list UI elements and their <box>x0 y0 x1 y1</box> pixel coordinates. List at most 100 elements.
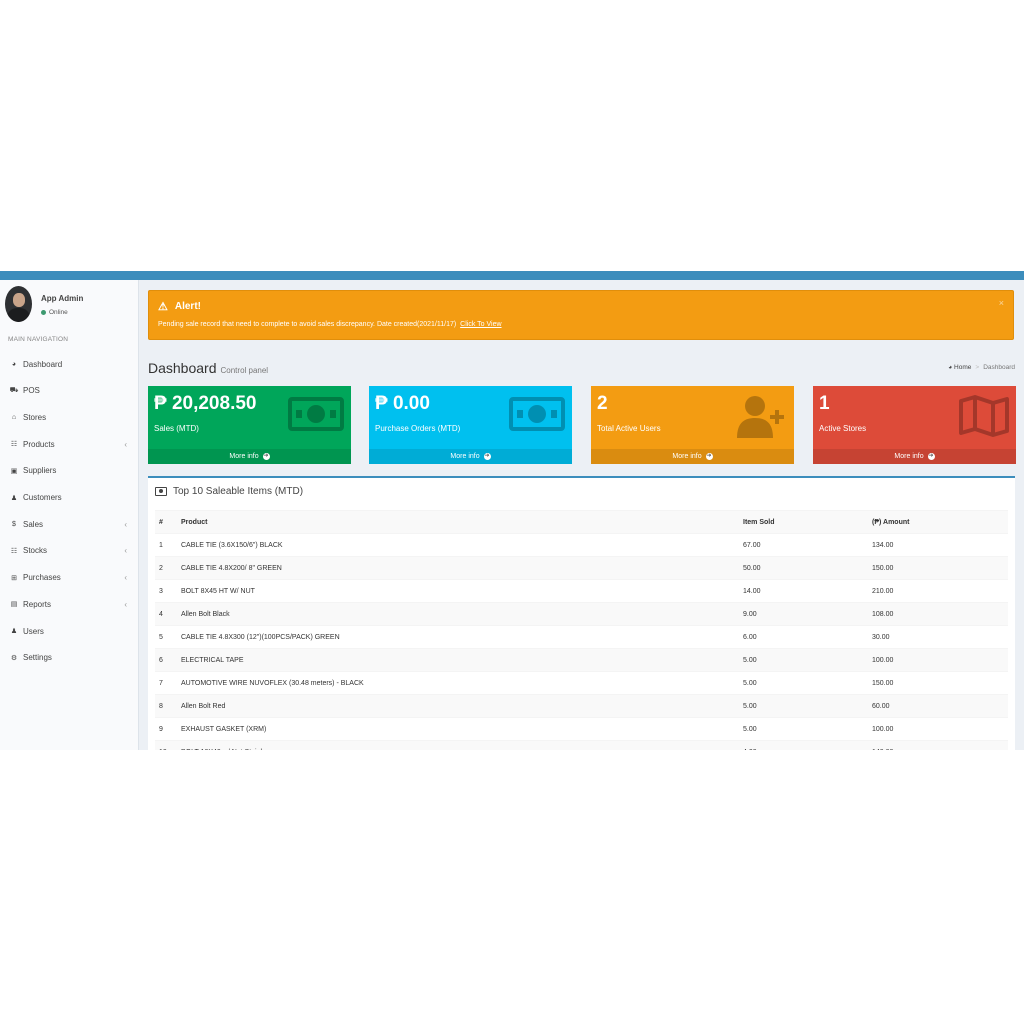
item-sold: 6.00 <box>743 625 872 649</box>
amount: 108.00 <box>872 602 1008 626</box>
sidebar-item-sales[interactable]: $ Sales ‹ <box>0 513 138 535</box>
stat-box-sales: ₱ 20,208.50 Sales (MTD) More info ➜ <box>148 386 351 464</box>
page-title: Dashboard Control panel <box>148 360 268 376</box>
alert-message-text: Pending sale record that need to complet… <box>158 321 457 328</box>
table-row: 5 CABLE TIE 4.8X300 (12")(100PCS/PACK) GR… <box>155 625 1008 649</box>
stat-value: 1 <box>819 393 830 414</box>
stat-box-purchase-orders: ₱ 0.00 Purchase Orders (MTD) More info ➜ <box>369 386 572 464</box>
product-name: CABLE TIE 4.8X200/ 8" GREEN <box>181 556 743 580</box>
chevron-left-icon: ‹ <box>124 573 127 583</box>
top-header-bar <box>0 271 1024 280</box>
alert-title-text: Alert! <box>174 301 201 312</box>
column-header[interactable]: # <box>155 510 181 534</box>
sidebar-item-label: Reports <box>23 599 52 609</box>
panel-title-text: Top 10 Saleable Items (MTD) <box>173 486 304 497</box>
sidebar-item-label: Purchases <box>23 573 61 583</box>
avatar-shirt <box>7 308 30 322</box>
row-number: 6 <box>155 648 181 672</box>
amount: 60.00 <box>872 694 1008 718</box>
avatar[interactable] <box>5 286 32 322</box>
sidebar-item-purchases[interactable]: ⊞ Purchases ‹ <box>0 567 138 589</box>
sidebar-item-reports[interactable]: ▤ Reports ‹ <box>0 593 138 615</box>
amount: 210.00 <box>872 579 1008 603</box>
sidebar-item-stores[interactable]: ⌂ Stores <box>0 406 138 428</box>
row-number: 1 <box>155 533 181 557</box>
sidebar-item-label: Dashboard <box>23 359 63 369</box>
app-window: App Admin Online MAIN NAVIGATION ◕ Dashbo… <box>0 271 1024 750</box>
sidebar-item-settings[interactable]: ⚙ Settings <box>0 647 138 669</box>
file-icon: ▤ <box>10 601 18 609</box>
avatar-face <box>13 293 25 307</box>
item-sold: 5.00 <box>743 717 872 741</box>
page-subtitle: Control panel <box>220 366 269 375</box>
sidebar-item-dashboard[interactable]: ◕ Dashboard <box>0 353 138 375</box>
item-sold: 5.00 <box>743 648 872 672</box>
map-icon <box>959 395 1009 437</box>
table-row: 8 Allen Bolt Red 5.00 60.00 <box>155 694 1008 718</box>
home-icon: ⌂ <box>11 413 17 421</box>
nav-header: MAIN NAVIGATION <box>8 336 69 343</box>
sidebar-item-label: Sales <box>23 519 44 529</box>
more-info-label: More info <box>450 453 480 460</box>
money-icon <box>509 397 565 431</box>
top-items-table: # Product Item Sold (₱) Amount 1 CABLE TI… <box>155 510 1008 750</box>
more-info-link[interactable]: More info ➜ <box>591 449 794 464</box>
more-info-link[interactable]: More info ➜ <box>369 449 572 464</box>
amount: 134.00 <box>872 533 1008 557</box>
sidebar-item-products[interactable]: ☷ Products ‹ <box>0 433 138 455</box>
sidebar-item-label: Stores <box>23 412 47 422</box>
close-icon[interactable]: × <box>999 298 1004 308</box>
sidebar-item-pos[interactable]: ⛟ POS <box>0 380 138 402</box>
users-icon: ♟ <box>10 628 18 635</box>
stat-value: 2 <box>597 393 608 414</box>
stat-label: Total Active Users <box>597 424 661 433</box>
breadcrumb-home[interactable]: Home <box>954 364 971 371</box>
list-icon: ☷ <box>10 441 18 449</box>
sidebar-item-stocks[interactable]: ☷ Stocks ‹ <box>0 540 138 562</box>
sidebar-item-customers[interactable]: ♟ Customers <box>0 487 138 509</box>
amount: 100.00 <box>872 648 1008 672</box>
user-status-label: Online <box>49 309 68 316</box>
click-to-view-link[interactable]: Click To View <box>460 321 501 328</box>
table-row: 1 CABLE TIE (3.6X150/6") BLACK 67.00 134.00 <box>155 533 1008 557</box>
more-info-link[interactable]: More info ➜ <box>813 449 1016 464</box>
list-icon: ☷ <box>10 547 18 555</box>
stat-box-active-users: 2 Total Active Users More info ➜ <box>591 386 794 464</box>
product-name: BOLT 10X40 w/ Nut Stainless <box>181 740 743 750</box>
stat-box-active-stores: 1 Active Stores More info ➜ <box>813 386 1016 464</box>
more-info-link[interactable]: More info ➜ <box>148 449 351 464</box>
column-header[interactable]: Item Sold <box>743 510 872 534</box>
more-info-label: More info <box>894 453 924 460</box>
sidebar: App Admin Online MAIN NAVIGATION ◕ Dashbo… <box>0 280 139 750</box>
sidebar-item-label: Stocks <box>23 546 48 556</box>
column-header[interactable]: (₱) Amount <box>872 510 1008 534</box>
table-row: 10BOLT 10X40 w/ Nut Stainless4.00140.00 <box>155 740 1008 750</box>
row-number: 9 <box>155 717 181 741</box>
user-name: App Admin <box>41 294 84 303</box>
dashboard-icon: ◕ <box>948 364 953 371</box>
row-number: 10 <box>155 740 181 750</box>
item-sold: 9.00 <box>743 602 872 626</box>
table-row: 3 BOLT 8X45 HT W/ NUT 14.00 210.00 <box>155 579 1008 603</box>
sidebar-item-label: Settings <box>23 653 52 663</box>
user-plus-icon: ♟ <box>10 494 18 502</box>
amount: 100.00 <box>872 717 1008 741</box>
chevron-left-icon: ‹ <box>124 546 127 556</box>
sidebar-item-users[interactable]: ♟ Users <box>0 620 138 642</box>
item-sold: 5.00 <box>743 694 872 718</box>
product-name: Allen Bolt Red <box>181 694 743 718</box>
table-row: 9 EXHAUST GASKET (XRM) 5.00 100.00 <box>155 717 1008 741</box>
table-header-row: # Product Item Sold (₱) Amount <box>155 510 1008 534</box>
product-name: AUTOMOTIVE WIRE NUVOFLEX (30.48 meters) … <box>181 671 743 695</box>
user-box-icon: ▣ <box>10 467 18 475</box>
sidebar-item-suppliers[interactable]: ▣ Suppliers <box>0 460 138 482</box>
user-panel: App Admin Online <box>5 286 83 322</box>
column-header[interactable]: Product <box>181 510 743 534</box>
table-row: 6 ELECTRICAL TAPE 5.00 100.00 <box>155 648 1008 672</box>
sidebar-item-label: Products <box>23 439 55 449</box>
amount: 30.00 <box>872 625 1008 649</box>
alert-banner: ⚠ Alert! Pending sale record that need t… <box>148 290 1014 340</box>
row-number: 4 <box>155 602 181 626</box>
money-icon <box>288 397 344 431</box>
warning-icon: ⚠ <box>158 301 168 313</box>
